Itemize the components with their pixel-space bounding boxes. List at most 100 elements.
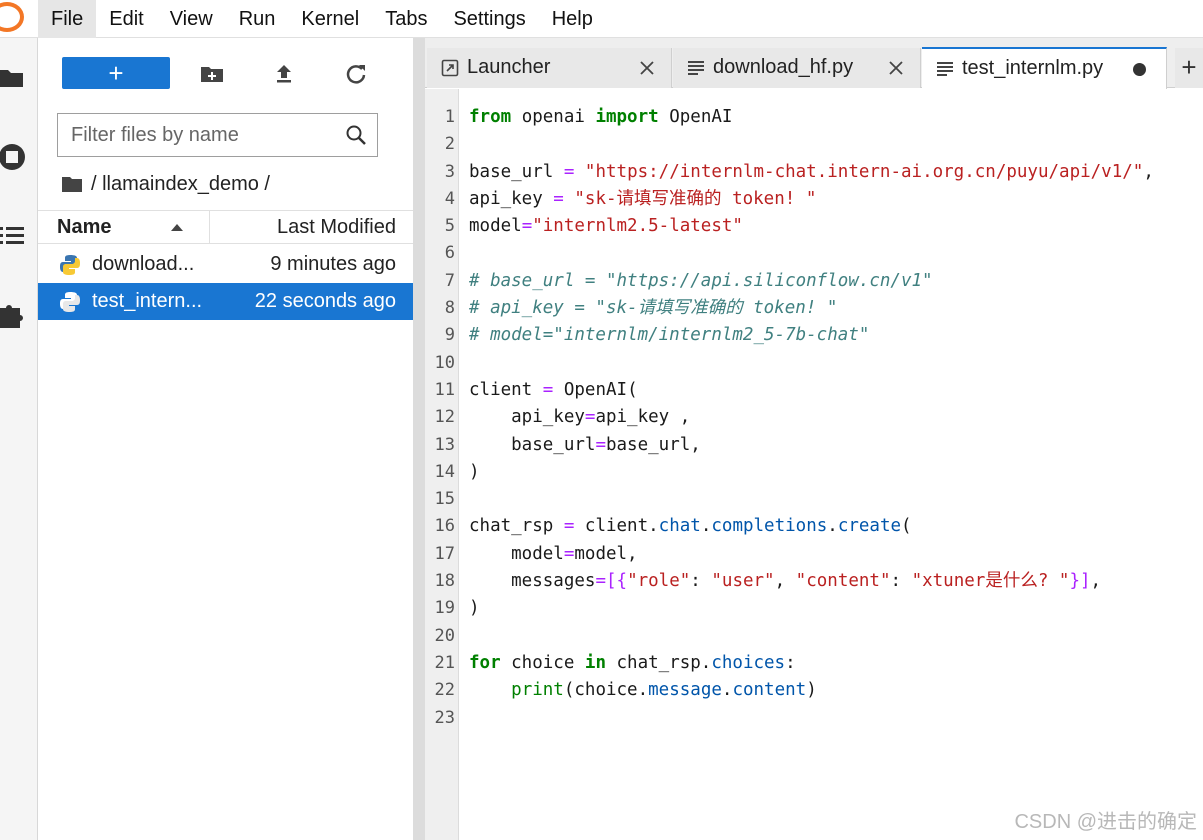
line-number: 9	[444, 325, 455, 346]
filter-input[interactable]	[58, 114, 328, 156]
menu-kernel[interactable]: Kernel	[288, 0, 372, 38]
code-line[interactable]: 23	[425, 705, 1203, 732]
line-number: 10	[434, 352, 455, 373]
panel-splitter[interactable]	[413, 38, 425, 840]
code-text[interactable]: base_url=base_url,	[469, 432, 701, 459]
menu-bar: File Edit View Run Kernel Tabs Settings …	[0, 0, 1203, 38]
code-text[interactable]: # api_key = "sk-请填写准确的 token! "	[469, 295, 837, 322]
file-name: test_intern...	[92, 290, 203, 312]
refresh-icon[interactable]	[342, 60, 370, 88]
unsaved-dot-icon[interactable]	[1133, 63, 1146, 76]
name-column-label: Name	[57, 216, 112, 238]
code-line[interactable]: 14)	[425, 459, 1203, 486]
code-text[interactable]: messages=[{"role": "user", "content": "x…	[469, 568, 1101, 595]
close-icon[interactable]	[888, 60, 904, 76]
code-line[interactable]: 13 base_url=base_url,	[425, 432, 1203, 459]
puzzle-icon[interactable]	[0, 300, 30, 330]
tab-download-hf[interactable]: download_hf.py	[673, 48, 921, 88]
last-modified-column-header[interactable]: Last Modified	[277, 211, 396, 243]
code-line[interactable]: 20	[425, 623, 1203, 650]
code-line[interactable]: 3 base_url = "https://internlm-chat.inter…	[425, 159, 1203, 186]
line-number: 2	[444, 134, 455, 155]
code-line[interactable]: 12 api_key=api_key ,	[425, 404, 1203, 431]
name-column-header[interactable]: Name	[38, 211, 210, 243]
code-line[interactable]: 10	[425, 350, 1203, 377]
code-line[interactable]: 2	[425, 131, 1203, 158]
breadcrumb-path[interactable]: / llamaindex_demo /	[91, 173, 270, 196]
stop-circle-icon[interactable]	[0, 142, 30, 172]
list-icon[interactable]	[0, 221, 30, 251]
code-line[interactable]: 5 model="internlm2.5-latest"	[425, 213, 1203, 240]
tab-label: download_hf.py	[713, 56, 854, 78]
line-number: 7	[444, 270, 455, 291]
line-number: 21	[434, 652, 455, 673]
code-line[interactable]: 22 print(choice.message.content)	[425, 677, 1203, 704]
code-line[interactable]: 9 # model="internlm/internlm2_5-7b-chat"	[425, 322, 1203, 349]
code-text[interactable]: chat_rsp = client.chat.completions.creat…	[469, 513, 912, 540]
new-folder-icon[interactable]	[198, 60, 226, 88]
code-text[interactable]: for choice in chat_rsp.choices:	[469, 650, 796, 677]
code-text[interactable]: from openai import OpenAI	[469, 104, 732, 131]
code-line[interactable]: 17 model=model,	[425, 541, 1203, 568]
code-line[interactable]: 1 from openai import OpenAI	[425, 104, 1203, 131]
code-line[interactable]: 18 messages=[{"role": "user", "content":…	[425, 568, 1203, 595]
code-line[interactable]: 11 client = OpenAI(	[425, 377, 1203, 404]
code-text[interactable]: model="internlm2.5-latest"	[469, 213, 743, 240]
line-number: 23	[434, 707, 455, 728]
code-text[interactable]: print(choice.message.content)	[469, 677, 817, 704]
code-text[interactable]: )	[469, 595, 480, 622]
filter-files-box	[57, 113, 378, 157]
line-number: 19	[434, 598, 455, 619]
line-number: 20	[434, 625, 455, 646]
code-line[interactable]: 15	[425, 486, 1203, 513]
code-text[interactable]: api_key=api_key ,	[469, 404, 690, 431]
file-row[interactable]: download... 9 minutes ago	[38, 246, 414, 283]
line-number: 11	[434, 379, 455, 400]
code-line[interactable]: 21 for choice in chat_rsp.choices:	[425, 650, 1203, 677]
menu-settings[interactable]: Settings	[440, 0, 538, 38]
code-text[interactable]: api_key = "sk-请填写准确的 token! "	[469, 186, 816, 213]
document-tab-bar: Launcher download_hf.py test_internlm.py…	[425, 38, 1203, 89]
line-number: 3	[444, 161, 455, 182]
menu-help[interactable]: Help	[539, 0, 606, 38]
code-text[interactable]: # model="internlm/internlm2_5-7b-chat"	[469, 322, 869, 349]
file-modified: 9 minutes ago	[270, 253, 396, 275]
code-text[interactable]: client = OpenAI(	[469, 377, 638, 404]
tab-launcher[interactable]: Launcher	[427, 48, 672, 88]
folder-icon[interactable]	[61, 175, 83, 193]
line-number: 8	[444, 298, 455, 319]
python-file-icon	[60, 292, 80, 312]
new-launcher-button[interactable]: +	[62, 57, 170, 89]
breadcrumb: / llamaindex_demo /	[61, 170, 270, 198]
jupyter-logo-icon[interactable]	[0, 0, 38, 38]
line-number: 6	[444, 243, 455, 264]
menu-view[interactable]: View	[157, 0, 226, 38]
watermark: CSDN @进击的确定	[1014, 811, 1197, 833]
text-file-icon	[937, 62, 953, 76]
code-line[interactable]: 8 # api_key = "sk-请填写准确的 token! "	[425, 295, 1203, 322]
code-line[interactable]: 19)	[425, 595, 1203, 622]
line-number: 13	[434, 434, 455, 455]
folder-icon[interactable]	[0, 62, 30, 92]
tab-test-internlm[interactable]: test_internlm.py	[922, 47, 1167, 89]
code-lines[interactable]: 1 from openai import OpenAI 2 3 base_url = "…	[425, 104, 1203, 732]
code-text[interactable]: model=model,	[469, 541, 637, 568]
menu-edit[interactable]: Edit	[96, 0, 156, 38]
menu-file[interactable]: File	[38, 0, 97, 38]
add-tab-button[interactable]: +	[1175, 48, 1203, 88]
code-line[interactable]: 4 api_key = "sk-请填写准确的 token! "	[425, 186, 1203, 213]
close-icon[interactable]	[639, 60, 655, 76]
code-editor[interactable]: 1 from openai import OpenAI 2 3 base_url = "…	[425, 89, 1203, 840]
line-number: 15	[434, 489, 455, 510]
code-text[interactable]: # base_url = "https://api.siliconflow.cn…	[469, 268, 933, 295]
activity-bar	[0, 38, 38, 840]
code-line[interactable]: 7 # base_url = "https://api.siliconflow.c…	[425, 268, 1203, 295]
upload-icon[interactable]	[270, 60, 298, 88]
code-line[interactable]: 16 chat_rsp = client.chat.completions.cre…	[425, 513, 1203, 540]
file-row[interactable]: test_intern... 22 seconds ago	[38, 283, 414, 320]
menu-tabs[interactable]: Tabs	[372, 0, 440, 38]
menu-run[interactable]: Run	[226, 0, 289, 38]
code-text[interactable]: base_url = "https://internlm-chat.intern…	[469, 159, 1154, 186]
code-line[interactable]: 6	[425, 240, 1203, 267]
code-text[interactable]: )	[469, 459, 480, 486]
